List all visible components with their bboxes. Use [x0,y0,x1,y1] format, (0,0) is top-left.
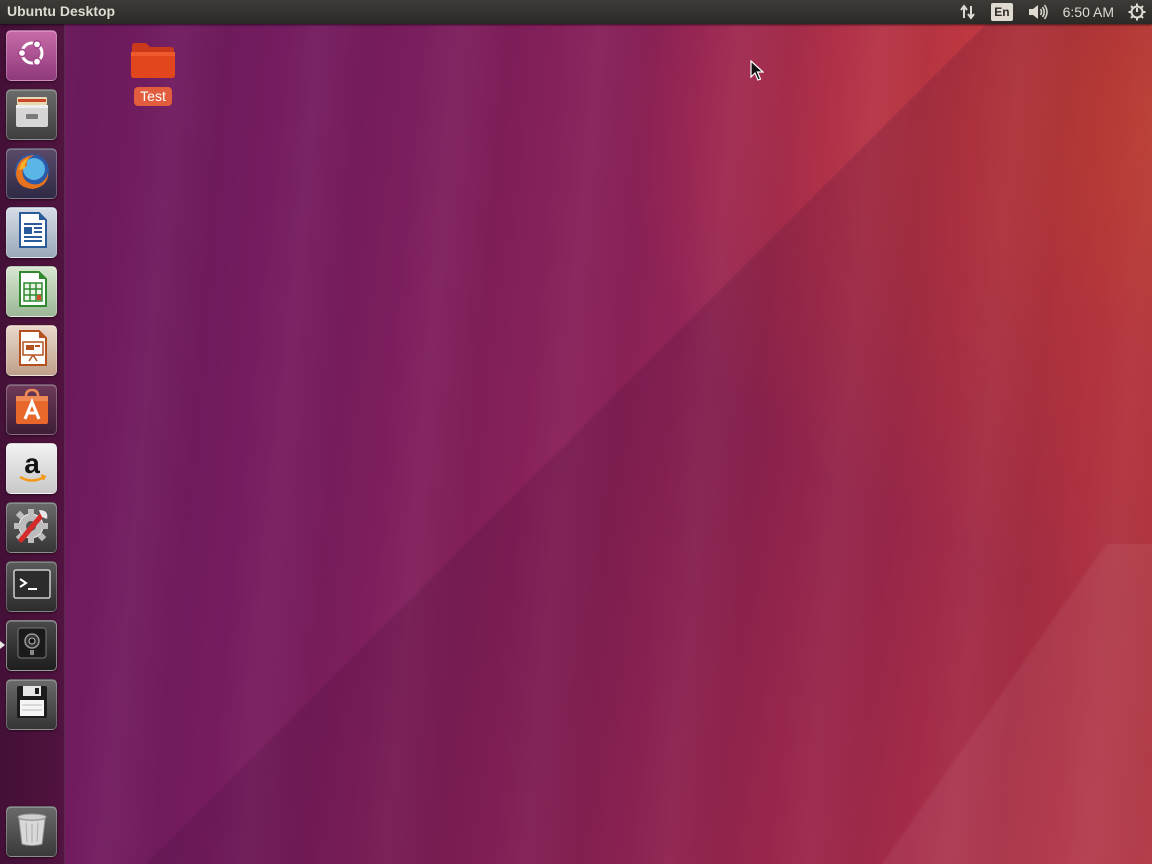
top-panel: Ubuntu Desktop En 6:50 AM [0,0,1152,24]
launcher-item-writer[interactable] [6,207,57,258]
launcher-item-impress[interactable] [6,325,57,376]
camera-icon [12,623,52,668]
power-gear-icon[interactable] [1128,0,1146,24]
floppy-disk-icon [12,682,52,727]
wallpaper-facet [0,0,1152,864]
folder-icon [129,40,177,85]
wallpaper-streaks [0,0,1152,864]
trash-icon [12,809,52,854]
amazon-icon: a [12,446,52,491]
keyboard-layout-label: En [991,3,1013,21]
launcher-item-trash[interactable] [6,806,57,857]
impress-presentation-icon [12,328,52,373]
volume-icon[interactable] [1027,0,1049,24]
launcher-item-calc[interactable] [6,266,57,317]
launcher-item-dash[interactable] [6,30,57,81]
network-updown-icon[interactable] [959,0,977,24]
window-title: Ubuntu Desktop [7,3,116,19]
launcher-item-terminal[interactable] [6,561,57,612]
launcher-item-software[interactable] [6,384,57,435]
launcher-item-settings[interactable] [6,502,57,553]
wallpaper-facet-light [852,544,1152,864]
keyboard-layout-indicator[interactable]: En [991,0,1013,24]
firefox-icon [11,150,53,197]
launcher-item-files[interactable] [6,89,57,140]
file-cabinet-icon [12,92,52,137]
clock[interactable]: 6:50 AM [1063,0,1114,24]
launcher-item-save[interactable] [6,679,57,730]
settings-gear-wrench-icon [11,504,53,551]
writer-document-icon [12,210,52,255]
calc-spreadsheet-icon [12,269,52,314]
software-bag-icon [11,386,53,433]
ubuntu-logo-icon [14,35,50,76]
launcher-item-amazon[interactable]: a [6,443,57,494]
desktop-icon-label: Test [134,87,172,106]
mouse-pointer-icon [750,59,765,87]
desktop-icon-test[interactable]: Test [126,40,180,106]
svg-text:a: a [24,448,40,479]
indicator-area: En 6:50 AM [959,0,1146,24]
launcher-item-firefox[interactable] [6,148,57,199]
launcher: a [0,24,65,864]
launcher-item-camera[interactable] [6,620,57,671]
running-app-marker [0,641,5,649]
terminal-icon [11,563,53,610]
desktop-screen: Ubuntu Desktop En 6:50 AM a Test [0,0,1152,864]
